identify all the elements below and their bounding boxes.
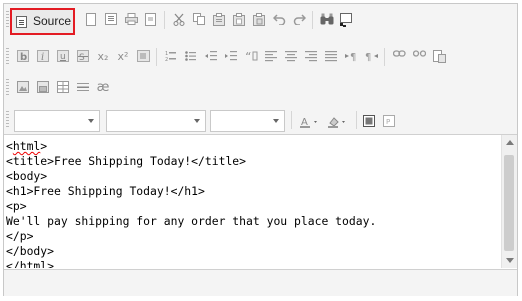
paste-word-icon[interactable] <box>250 10 268 28</box>
source-button[interactable]: Source <box>10 8 75 35</box>
underline-icon[interactable]: u <box>54 47 72 65</box>
text-color-icon[interactable]: A <box>298 112 324 130</box>
svg-text:¶: ¶ <box>365 52 371 62</box>
justify-icon[interactable] <box>322 47 340 65</box>
source-code-body: <title>Free Shipping Today!</title> <bod… <box>6 154 377 268</box>
preview-icon[interactable] <box>142 10 160 28</box>
italic-icon[interactable]: i <box>34 47 52 65</box>
outdent-icon[interactable] <box>202 47 220 65</box>
chevron-down-icon <box>88 119 94 123</box>
remove-format-icon[interactable] <box>134 47 152 65</box>
styles-combo[interactable] <box>14 110 100 132</box>
toolbar-separator <box>156 48 157 66</box>
special-char-icon[interactable]: æ <box>94 78 112 96</box>
scroll-up-icon[interactable] <box>506 140 514 145</box>
subscript-icon[interactable]: x₂ <box>94 47 112 65</box>
align-right-icon[interactable] <box>302 47 320 65</box>
svg-text:“: “ <box>245 50 251 62</box>
toolbar-row-basicstyles: b i u S x₂ x² 12 “ ¶ ¶ <box>6 45 516 69</box>
spell-error-html: html <box>12 139 41 153</box>
toolbar-separator <box>356 111 357 129</box>
source-button-label: Source <box>33 14 72 28</box>
scroll-down-icon[interactable] <box>506 258 514 263</box>
rich-text-editor: Source b i u S x₂ x² 1 2 “ ¶ ¶ æ A P <ht… <box>3 3 518 296</box>
font-size-combo[interactable] <box>210 110 285 132</box>
show-blocks-icon[interactable]: P <box>380 112 398 130</box>
rtl-icon[interactable]: ¶ <box>362 47 380 65</box>
ltr-icon[interactable]: ¶ <box>342 47 360 65</box>
strike-icon[interactable]: S <box>74 47 92 65</box>
source-icon <box>16 16 27 28</box>
image-icon[interactable] <box>14 78 32 96</box>
chevron-down-icon <box>194 119 200 123</box>
copy-icon[interactable] <box>190 10 208 28</box>
toolbar-separator <box>312 11 313 29</box>
maximize-icon[interactable] <box>360 112 378 130</box>
bulleted-list-icon[interactable] <box>182 47 200 65</box>
redo-icon[interactable] <box>290 10 308 28</box>
vertical-scrollbar[interactable] <box>501 135 517 268</box>
toolbar-separator <box>384 48 385 66</box>
align-center-icon[interactable] <box>282 47 300 65</box>
undo-icon[interactable] <box>270 10 288 28</box>
toolbar-row-document: Source <box>6 8 516 35</box>
paste-text-icon[interactable] <box>230 10 248 28</box>
toolbar-separator <box>291 111 292 129</box>
link-icon[interactable] <box>390 47 408 65</box>
source-code-area[interactable]: <html> <title>Free Shipping Today!</titl… <box>4 135 501 268</box>
toolbar-grip[interactable] <box>6 111 9 129</box>
svg-text:2: 2 <box>165 57 168 62</box>
templates-icon[interactable] <box>102 10 120 28</box>
toolbar-row-insert: æ <box>6 76 206 100</box>
svg-text:i: i <box>41 52 44 62</box>
toolbar-grip[interactable] <box>6 11 9 29</box>
find-icon[interactable] <box>318 10 336 28</box>
source-code-text[interactable]: <html> <title>Free Shipping Today!</titl… <box>4 135 501 268</box>
print-icon[interactable] <box>122 10 140 28</box>
format-combo[interactable] <box>106 110 206 132</box>
superscript-icon[interactable]: x² <box>114 47 132 65</box>
background-color-icon[interactable] <box>326 112 352 130</box>
chevron-down-icon <box>273 119 279 123</box>
toolbar-separator <box>164 11 165 29</box>
svg-text:¶: ¶ <box>350 52 356 62</box>
scrollbar-thumb[interactable] <box>504 155 514 251</box>
toolbar-grip[interactable] <box>6 48 9 66</box>
svg-text:P: P <box>386 118 390 126</box>
svg-text:S: S <box>79 53 85 62</box>
editor-status-bar <box>4 269 517 296</box>
unlink-icon[interactable] <box>410 47 428 65</box>
cut-icon[interactable] <box>170 10 188 28</box>
horizontal-rule-icon[interactable] <box>74 78 92 96</box>
editor-toolbar: Source b i u S x₂ x² 1 2 “ ¶ ¶ æ A P <box>4 4 517 135</box>
new-page-icon[interactable] <box>82 10 100 28</box>
indent-icon[interactable] <box>222 47 240 65</box>
toolbar-grip[interactable] <box>6 79 9 97</box>
paste-icon[interactable] <box>210 10 228 28</box>
table-icon[interactable] <box>54 78 72 96</box>
bold-icon[interactable]: b <box>14 47 32 65</box>
svg-text:b: b <box>20 52 27 62</box>
select-all-icon[interactable] <box>338 10 356 28</box>
numbered-list-icon[interactable]: 12 <box>162 47 180 65</box>
anchor-icon[interactable] <box>430 47 448 65</box>
flash-icon[interactable] <box>34 78 52 96</box>
align-left-icon[interactable] <box>262 47 280 65</box>
blockquote-icon[interactable]: “ <box>242 47 260 65</box>
